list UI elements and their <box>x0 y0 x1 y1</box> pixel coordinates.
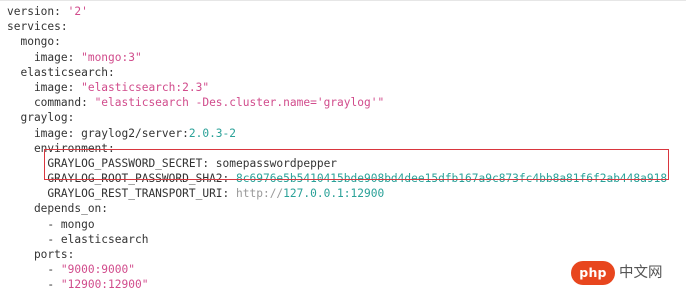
code-line: elasticsearch: <box>7 65 667 80</box>
code-block: version: '2' services: mongo: image: "mon… <box>0 0 686 293</box>
code-token: elasticsearch: <box>7 65 115 79</box>
code-token: services: <box>7 20 68 34</box>
code-line: - mongo <box>7 217 667 232</box>
code-token: - <box>7 278 61 292</box>
code-token: - elasticsearch <box>7 232 149 246</box>
code-token: - <box>7 263 61 277</box>
code-token: GRAYLOG_PASSWORD_SECRET: somepasswordpep… <box>7 156 338 170</box>
code-lines: version: '2' services: mongo: image: "mon… <box>7 4 667 293</box>
code-token: GRAYLOG_REST_TRANSPORT_URI: <box>7 187 237 201</box>
code-token: graylog: <box>7 111 75 125</box>
code-token: image: <box>7 80 82 94</box>
code-token: version: <box>7 5 68 18</box>
code-line: image: "mongo:3" <box>7 50 667 65</box>
code-token: "12900:12900" <box>60 278 149 292</box>
code-token: depends_on: <box>7 202 109 216</box>
code-line: ports: <box>7 247 667 262</box>
code-token: image: <box>7 50 82 64</box>
code-line: image: "elasticsearch:2.3" <box>7 80 667 95</box>
code-line: - elasticsearch <box>7 232 667 247</box>
code-token: "9000:9000" <box>60 263 135 277</box>
code-token: ports: <box>7 248 75 261</box>
code-line: - "12900:12900" <box>7 277 667 292</box>
watermark: php 中文网 <box>571 258 683 288</box>
code-token: "elasticsearch -Des.cluster.name='graylo… <box>94 96 385 110</box>
code-token: http:// <box>236 187 284 201</box>
site-name: 中文网 <box>619 265 663 281</box>
code-token: "mongo:3" <box>81 50 142 64</box>
code-token: GRAYLOG_ROOT_PASSWORD_SHA2: <box>7 172 237 186</box>
code-token: image: graylog2/server: <box>7 126 189 140</box>
code-token: "elasticsearch:2.3" <box>81 80 210 94</box>
code-token: - mongo <box>7 217 95 231</box>
code-line: depends_on: <box>7 201 667 216</box>
code-line: GRAYLOG_REST_TRANSPORT_URI: http://127.0… <box>7 186 667 201</box>
code-line: services: <box>7 19 667 34</box>
php-logo: php <box>571 261 615 285</box>
code-token: '2' <box>67 5 88 18</box>
code-token: mongo: <box>7 35 61 49</box>
code-line: mongo: <box>7 34 667 49</box>
code-line: environment: <box>7 141 667 156</box>
code-token: command: <box>7 96 95 110</box>
code-token: 127.0.0.1:12900 <box>283 187 385 201</box>
code-token: environment: <box>7 141 115 155</box>
code-line: command: "elasticsearch -Des.cluster.nam… <box>7 95 667 110</box>
code-line: graylog: <box>7 110 667 125</box>
code-line: image: graylog2/server:2.0.3-2 <box>7 126 667 141</box>
code-line: GRAYLOG_PASSWORD_SECRET: somepasswordpep… <box>7 156 667 171</box>
code-token: 2.0.3-2 <box>188 126 237 140</box>
code-line: GRAYLOG_ROOT_PASSWORD_SHA2: 8c6976e5b541… <box>7 171 667 186</box>
code-line: - "9000:9000" <box>7 262 667 277</box>
code-token: 8c6976e5b5410415bde908bd4dee15dfb167a9c8… <box>236 172 668 186</box>
code-line: version: '2' <box>7 4 667 19</box>
